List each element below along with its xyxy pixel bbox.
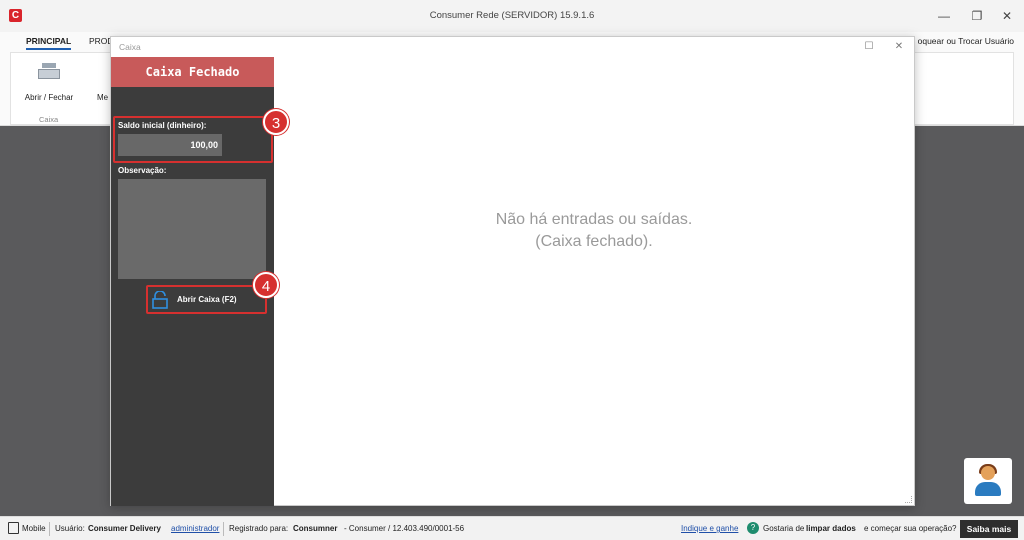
mobile-icon — [8, 522, 19, 534]
title-bar: C Consumer Rede (SERVIDOR) 15.9.1.6 — ❐ … — [0, 0, 1024, 32]
limpar-dados-text: limpar dados — [806, 524, 856, 533]
abrir-fechar-label: Abrir / Fechar — [24, 93, 74, 102]
caixa-dialog: Caixa ☐ ✕ Caixa Fechado Saldo inicial (d… — [110, 36, 915, 506]
cash-register-icon — [38, 63, 60, 79]
step-badge-4: 4 — [253, 272, 279, 298]
resize-grip-icon[interactable] — [905, 496, 912, 503]
abrir-fechar-button[interactable]: Abrir / Fechar — [21, 63, 77, 102]
ribbon-group-caixa: Caixa — [39, 115, 59, 124]
registrado-label: Registrado para: — [229, 524, 289, 533]
registrado-name: Consumner — [293, 524, 338, 533]
highlight-box-3 — [113, 116, 273, 163]
observacao-textarea[interactable] — [118, 179, 266, 279]
window-title: Consumer Rede (SERVIDOR) 15.9.1.6 — [429, 10, 595, 21]
saiba-mais-button[interactable]: Saiba mais — [960, 520, 1018, 538]
support-agent-button[interactable] — [964, 458, 1012, 504]
close-button[interactable]: ✕ — [995, 6, 1019, 26]
caixa-status-header: Caixa Fechado — [111, 57, 274, 87]
empty-message: Não há entradas ou saídas. (Caixa fechad… — [274, 209, 914, 253]
dialog-title: Caixa — [119, 42, 141, 52]
help-icon: ? — [747, 522, 759, 534]
observacao-label: Observação: — [118, 166, 167, 175]
dialog-close-button[interactable]: ✕ — [890, 39, 908, 55]
gostaria-text: Gostaria de — [763, 524, 805, 533]
registrado-cnpj: - Consumer / 12.403.490/0001-56 — [344, 524, 465, 533]
status-bar: Mobile Usuário: Consumer Delivery admini… — [0, 516, 1024, 540]
usuario-name: Consumer Delivery — [88, 524, 161, 533]
minimize-button[interactable]: — — [932, 6, 956, 26]
tab-principal[interactable]: PRINCIPAL — [26, 36, 72, 50]
empty-message-line2: (Caixa fechado). — [535, 233, 653, 250]
dialog-maximize-button[interactable]: ☐ — [860, 39, 878, 55]
empty-message-line1: Não há entradas ou saídas. — [495, 211, 693, 228]
maximize-button[interactable]: ❐ — [965, 6, 989, 26]
dialog-title-bar: Caixa ☐ ✕ — [111, 37, 914, 57]
indique-ganhe-link[interactable]: Indique e ganhe — [681, 524, 738, 533]
usuario-role-link[interactable]: administrador — [171, 524, 219, 533]
usuario-label: Usuário: — [55, 524, 85, 533]
lock-switch-user-button[interactable]: oquear ou Trocar Usuário — [918, 36, 1014, 46]
ribbon-partial-button[interactable]: Me — [97, 93, 108, 102]
gostaria-post-text: e começar sua operação? — [864, 524, 957, 533]
mobile-label[interactable]: Mobile — [22, 524, 46, 533]
highlight-box-4 — [146, 285, 267, 314]
caixa-sidebar: Caixa Fechado Saldo inicial (dinheiro): … — [111, 57, 274, 506]
step-badge-3: 3 — [263, 109, 289, 135]
